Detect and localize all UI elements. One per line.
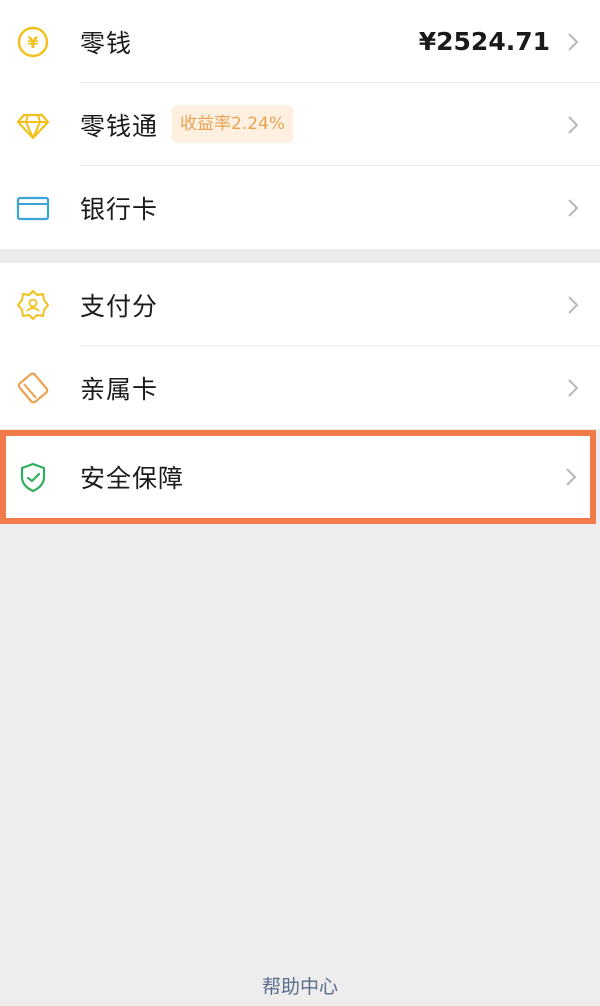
family-card-icon (16, 371, 50, 405)
bank-card-icon (16, 191, 50, 225)
chevron-right-icon (566, 377, 580, 399)
chevron-right-icon (564, 466, 578, 488)
chevron-right-icon (566, 31, 580, 53)
shield-check-icon (16, 460, 50, 494)
row-label: 支付分 (80, 291, 159, 321)
chevron-right-icon (566, 114, 580, 136)
row-label: 银行卡 (80, 194, 159, 224)
row-label: 安全保障 (80, 464, 185, 493)
row-change[interactable]: ¥ 零钱 ¥2524.71 (0, 0, 600, 83)
security-highlight-frame: 安全保障 (0, 430, 596, 524)
row-label: 零钱通 (80, 111, 159, 141)
yuan-coin-icon: ¥ (16, 25, 50, 59)
section-gap (0, 249, 600, 263)
wallet-group: ¥ 零钱 ¥2524.71 零钱通 收益率2.24% 银行卡 (0, 0, 600, 249)
payscore-badge-icon (16, 288, 50, 322)
row-bank-card[interactable]: 银行卡 (0, 166, 600, 249)
row-label: 亲属卡 (80, 374, 159, 404)
row-pay-score[interactable]: 支付分 (0, 263, 600, 346)
row-family-card[interactable]: 亲属卡 (0, 346, 600, 429)
row-change-plus[interactable]: 零钱通 收益率2.24% (0, 83, 600, 166)
row-security[interactable]: 安全保障 (6, 436, 590, 518)
svg-text:¥: ¥ (27, 33, 38, 52)
balance-value: ¥2524.71 (418, 27, 550, 56)
chevron-right-icon (566, 294, 580, 316)
services-group: 支付分 亲属卡 (0, 263, 600, 429)
wallet-page: ¥ 零钱 ¥2524.71 零钱通 收益率2.24% 银行卡 支付分 亲属卡 安… (0, 0, 600, 1006)
yield-rate-badge: 收益率2.24% (172, 105, 294, 143)
chevron-right-icon (566, 197, 580, 219)
row-label: 零钱 (80, 28, 133, 58)
diamond-icon (16, 108, 50, 142)
help-center-link[interactable]: 帮助中心 (0, 972, 600, 999)
